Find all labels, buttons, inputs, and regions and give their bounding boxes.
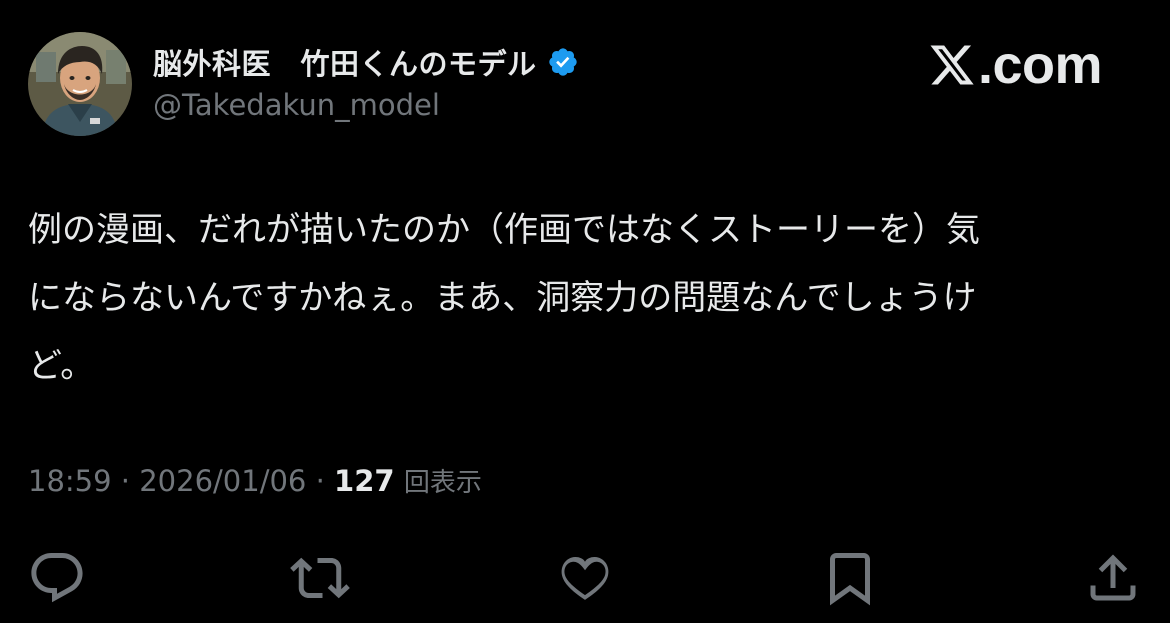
bookmark-icon <box>820 548 880 608</box>
tweet-text-line: 例の漫画、だれが描いたのか（作画ではなくストーリーを）気 <box>28 210 980 250</box>
brand-logo: .com <box>928 34 1103 96</box>
like-button[interactable] <box>552 545 618 611</box>
reply-button[interactable] <box>24 545 90 611</box>
tweet-text: 例の漫画、だれが描いたのか（作画ではなくストーリーを）気 にならないんですかねぇ… <box>28 196 1138 400</box>
tweet-date[interactable]: 2026/01/06 <box>139 464 306 498</box>
action-bar <box>0 545 1170 611</box>
meta-separator: · <box>306 464 335 498</box>
views-count[interactable]: 127 <box>334 464 395 498</box>
tweet-meta: 18:59 · 2026/01/06 · 127 回表示 <box>28 462 482 499</box>
author-name-row[interactable]: 脳外科医 竹田くんのモデル <box>153 42 579 82</box>
x-logo-icon <box>928 40 976 90</box>
verified-badge-icon <box>547 46 579 78</box>
bookmark-button[interactable] <box>817 545 883 611</box>
heart-icon <box>555 548 615 608</box>
tweet-text-line: ど。 <box>28 346 95 386</box>
views-label: 回表示 <box>403 468 482 498</box>
share-icon <box>1083 548 1143 608</box>
repost-button[interactable] <box>287 545 353 611</box>
brand-text: .com <box>977 35 1103 95</box>
user-handle[interactable]: @Takedakun_model <box>153 88 440 122</box>
tweet-text-line: にならないんですかねぇ。まあ、洞察力の問題なんでしょうけ <box>28 278 977 318</box>
reply-icon <box>27 548 87 608</box>
repost-icon <box>290 548 350 608</box>
tweet-time[interactable]: 18:59 <box>28 464 112 498</box>
avatar[interactable] <box>28 32 132 136</box>
avatar-illustration <box>28 32 132 136</box>
share-button[interactable] <box>1080 545 1146 611</box>
display-name[interactable]: 脳外科医 竹田くんのモデル <box>153 41 537 83</box>
meta-separator: · <box>111 464 140 498</box>
